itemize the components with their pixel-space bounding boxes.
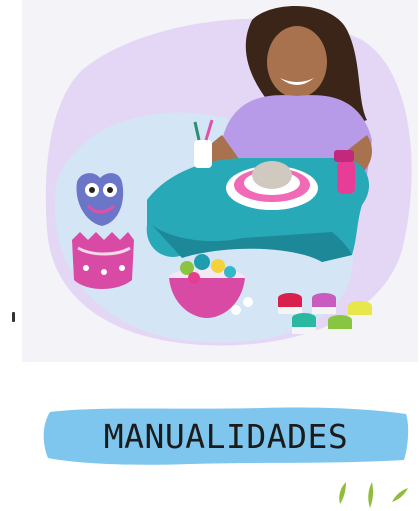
scroll-indicator: [12, 312, 15, 322]
category-banner-manualidades[interactable]: MANUALIDADES: [40, 404, 412, 468]
sprout-decoration-icon: [339, 482, 408, 508]
category-image[interactable]: [22, 0, 418, 362]
product-photo: [45, 6, 412, 346]
category-title: MANUALIDADES: [103, 416, 349, 456]
